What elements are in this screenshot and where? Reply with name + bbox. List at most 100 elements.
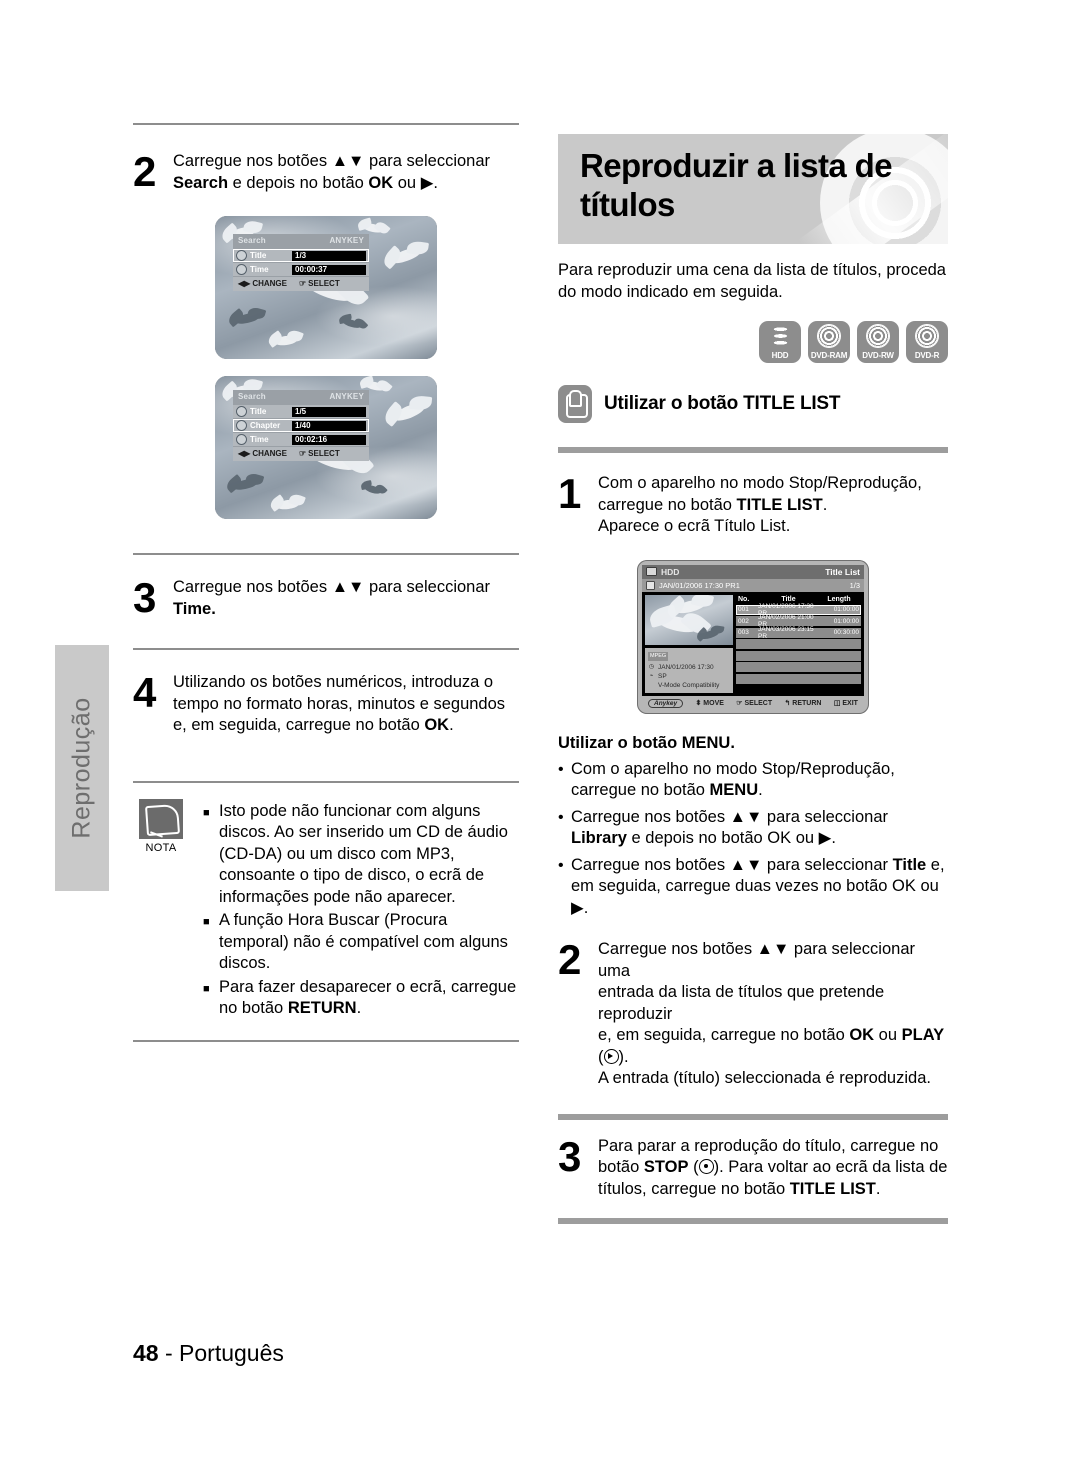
left-step-3: 3 Carregue nos botões ▲▼ para selecciona… [133,577,519,620]
title-list-screenshot-wrap: HDD Title List JAN/01/2006 17:30 PR1 1/3 [558,559,948,714]
media-badge-dvd-ram: DVD-RAM [808,321,850,363]
menu-section-bullets: • Com o aparelho no modo Stop/Reprodução… [558,759,948,920]
right-step-2-ok-label: OK [849,1026,875,1044]
chapter-side-tab: Reprodução [55,645,109,891]
disc-icon [646,580,655,590]
bullet-dot-icon: • [558,856,564,874]
clock-icon [236,264,247,275]
right-step-1-line2-pre: carregue no botão [598,495,737,514]
nota-item-2-post: . [356,999,362,1017]
title-icon [236,406,247,417]
title-list-info-panel: MPEG ◷ JAN/01/2006 17:30 ⌁ SP V-Mode Com… [645,647,733,693]
left-column: 2 Carregue nos botões ▲▼ para selecciona… [133,123,519,1042]
title-list-screen: HDD Title List JAN/01/2006 17:30 PR1 1/3 [637,559,869,714]
title-list-table: No. Title Length 001 JAN/01/2006 17:30 P… [736,595,861,693]
divider-before-nota [133,780,519,783]
left-step-2-text: Carregue nos botões ▲▼ para seleccionar … [173,151,519,194]
left-step-3-mid: para seleccionar [364,578,491,596]
hand-press-button-icon [558,385,592,423]
arrows-up-down-icon: ▲▼ [331,578,365,596]
title-list-current-bar: JAN/01/2006 17:30 PR1 1/3 [642,578,864,592]
row-no: 002 [738,617,749,625]
right-step-3-end: . [875,1179,881,1198]
preview-thumbnail [645,594,733,645]
nota-item: ■ Isto pode não funcionar com alguns dis… [203,801,519,909]
bird-decoration [657,612,699,635]
title-list-footer-bar: Anykey ⬍ MOVE ☞ SELECT ↰ RETURN ◫ EXIT [642,696,864,709]
page-title-line2: títulos [580,186,675,223]
osd-footer: ◀▶ CHANGE ☞ SELECT [233,276,369,291]
osd-row-chapter[interactable]: Chapter 1/40 [233,418,369,432]
left-step-3-number: 3 [133,574,156,621]
osd-header-right: ANYKEY [329,236,364,245]
row-no: 001 [738,606,749,613]
left-step-3-time-label: Time. [173,599,216,618]
osd-row-title[interactable]: Title 1/5 [233,404,369,418]
osd-row-value: 1/40 [292,420,366,431]
column-header-no: No. [738,595,750,603]
title-list-source-label: HDD [661,566,680,577]
nota-item-0-text: Isto pode não funcionar com alguns disco… [219,801,508,906]
divider-before-step4 [133,648,519,650]
right-step-2: 2 Carregue nos botões ▲▼ para selecciona… [558,939,948,1090]
osd-footer-select-label: SELECT [308,279,340,288]
bullet-dot-icon: • [558,760,564,778]
osd-header-right: ANYKEY [329,392,364,401]
nota-item-1-text: A função Hora Buscar (Procura temporal) … [219,911,508,972]
hdd-icon [768,321,792,351]
menu-bullet: • Com o aparelho no modo Stop/Reprodução… [558,759,948,802]
left-step-3-pre: Carregue nos botões [173,578,332,596]
right-step-3-number: 3 [558,1132,581,1180]
osd-row-value: 00:00:37 [292,264,366,275]
media-badge-hdd: HDD [759,321,801,363]
table-row-empty[interactable] [736,673,861,684]
right-column: Reproduzir a lista de títulos Para repro… [558,134,948,1224]
table-row[interactable]: 003 JAN/03/2006 23:15 PR 00:30:00 [736,626,861,640]
format-badge: MPEG [648,651,669,661]
footer-action-move-label: MOVE [703,700,724,707]
info-datetime: JAN/01/2006 17:30 [658,663,714,671]
right-step-1: 1 Com o aparelho no modo Stop/Reprodução… [558,473,948,538]
table-row-empty[interactable] [736,639,861,649]
left-step-2-line2-end: ou ▶. [393,173,438,192]
intro-paragraph: Para reproduzir uma cena da lista de tít… [558,261,946,301]
osd-row-time[interactable]: Time 00:02:16 [233,432,369,446]
page-title: Reproduzir a lista de títulos [580,146,893,224]
info-mode-row: ⌁ SP [648,672,730,681]
row-no: 003 [738,629,749,636]
footer-action-select: ☞ SELECT [736,699,772,707]
osd-row-label: Time [250,434,269,444]
divider-top-left [133,123,519,125]
osd-row-title[interactable]: Title 1/3 [233,248,369,262]
left-step-2: 2 Carregue nos botões ▲▼ para selecciona… [133,151,519,194]
right-step-3-stop-label: STOP [643,1158,689,1176]
menu-bullet-0-menu-label: MENU [709,781,759,799]
osd-row-label: Title [250,250,267,260]
disc-icon [818,321,840,351]
title-list-header-bar: HDD Title List [642,564,864,579]
table-row-empty[interactable] [736,650,861,661]
osd-footer-change: ◀▶ CHANGE [238,280,287,288]
info-datetime-row: ◷ JAN/01/2006 17:30 [648,663,730,672]
nota-item-text: A função Hora Buscar (Procura temporal) … [219,910,519,975]
left-step-3-text: Carregue nos botões ▲▼ para seleccionar … [173,577,519,620]
footer-action-select-label: SELECT [744,700,773,707]
menu-bullet-0-post: . [758,781,763,799]
footer-action-exit: ◫ EXIT [834,699,858,707]
disc-icon [867,321,889,351]
row-length: 01:00:00 [833,606,859,613]
clock-icon [236,434,247,445]
nota-icon-wrap: NOTA [133,798,189,1022]
anykey-button[interactable]: Anykey [648,698,684,708]
section-title: Utilizar o botão TITLE LIST [604,393,841,414]
left-step-2-search-label: Search [173,173,229,192]
osd-row-time[interactable]: Time 00:00:37 [233,262,369,276]
nota-label: NOTA [145,841,177,854]
play-button-icon [603,1048,619,1064]
footer-language: Português [179,1340,284,1366]
footer-action-return-label: RETURN [792,700,822,707]
table-row[interactable]: 001 JAN/01/2006 17:30 PR 01:00:00 [736,603,861,617]
right-step-1-number: 1 [558,470,581,517]
table-row[interactable]: 002 JAN/02/2006 21:00 PR 01:00:00 [736,614,861,628]
table-row-empty[interactable] [736,662,861,672]
